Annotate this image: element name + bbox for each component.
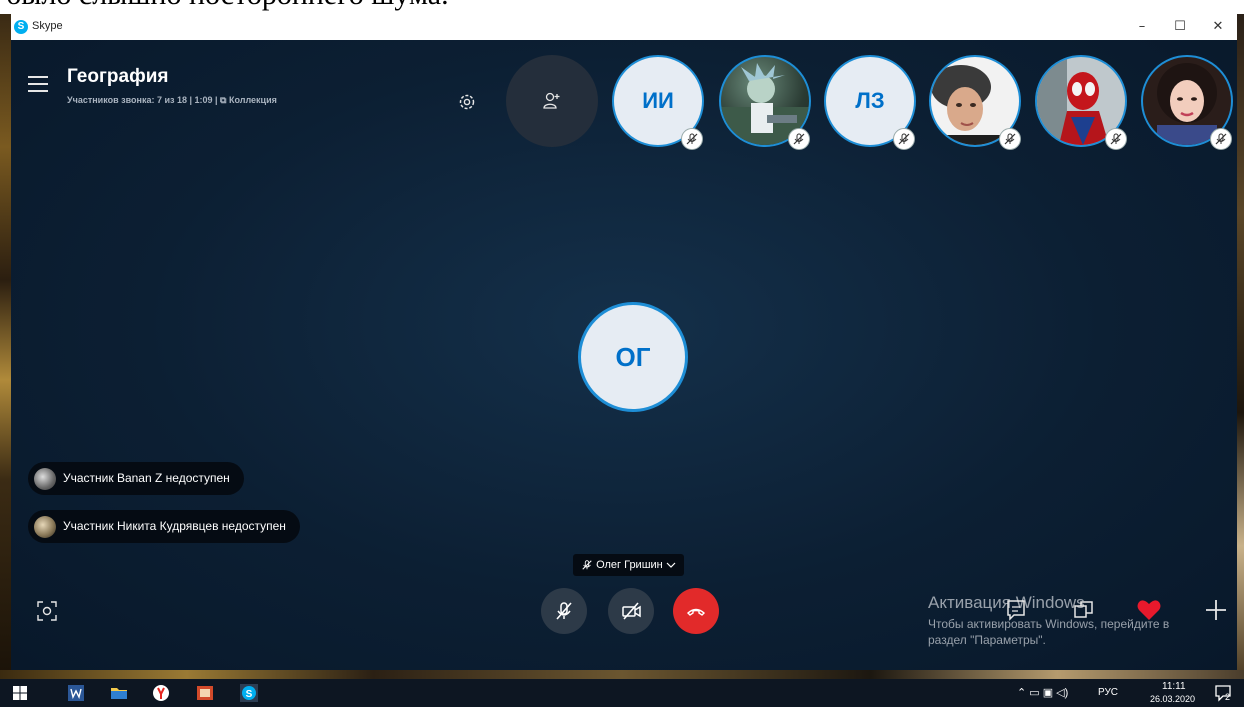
hang-up-icon: [686, 608, 706, 616]
muted-mic-icon: [999, 128, 1021, 150]
file-explorer-icon[interactable]: [110, 684, 128, 702]
desktop-wallpaper-left: [0, 14, 11, 679]
notification-count: 2: [1225, 692, 1231, 702]
mute-mic-button[interactable]: [541, 588, 587, 634]
watermark-line-1: Чтобы активировать Windows, перейдите в: [928, 617, 1170, 631]
desktop-wallpaper-bottom: [0, 670, 1244, 679]
participant-unavailable-notice: Участник Banan Z недоступен: [28, 462, 244, 495]
add-participant-button[interactable]: [506, 55, 598, 147]
add-person-icon: [543, 92, 560, 109]
clock-date[interactable]: 26.03.2020: [1150, 694, 1195, 704]
clock-time[interactable]: 11:11: [1162, 681, 1186, 692]
yandex-browser-icon[interactable]: [152, 684, 170, 702]
document-cutoff: было слышно постороннего шума.: [0, 0, 1244, 14]
muted-mic-icon: [788, 128, 810, 150]
window-title: Skype: [32, 20, 63, 32]
windows-activation-watermark: Активация Windows Чтобы активировать Win…: [928, 593, 1169, 648]
notice-text: Участник Banan Z недоступен: [63, 471, 230, 485]
end-call-button[interactable]: [673, 588, 719, 634]
switch-view-icon[interactable]: [1071, 597, 1097, 623]
chevron-down-icon: [666, 562, 676, 568]
document-text: было слышно постороннего шума.: [6, 0, 449, 12]
participant-mini-avatar: [34, 468, 56, 490]
gear-icon[interactable]: [457, 92, 477, 112]
muted-mic-icon: [1105, 128, 1127, 150]
active-speaker-name: Олег Гришин: [596, 559, 663, 571]
participant-mini-avatar: [34, 516, 56, 538]
desktop-wallpaper-right: [1237, 14, 1244, 679]
windows-start-icon[interactable]: [11, 684, 29, 702]
close-button[interactable]: ✕: [1199, 14, 1237, 40]
maximize-button[interactable]: ☐: [1161, 14, 1199, 40]
watermark-title: Активация Windows: [928, 593, 1085, 612]
tray-icons[interactable]: ⌃ ▭ ▣ ◁): [1017, 686, 1068, 699]
menu-icon[interactable]: [28, 76, 48, 92]
muted-mic-icon: [681, 128, 703, 150]
screenshot-icon[interactable]: [36, 600, 58, 622]
skype-taskbar-icon[interactable]: S: [240, 684, 258, 702]
image-viewer-icon[interactable]: [196, 684, 214, 702]
call-stage: География Участников звонка: 7 из 18 | 1…: [11, 40, 1237, 670]
notice-text: Участник Никита Кудрявцев недоступен: [63, 519, 286, 533]
chat-icon[interactable]: [1003, 597, 1029, 623]
title-bar: S Skype – ☐ ✕: [11, 14, 1237, 40]
heart-icon[interactable]: [1136, 597, 1162, 623]
minimize-button[interactable]: –: [1123, 14, 1161, 40]
toggle-video-button[interactable]: [608, 588, 654, 634]
svg-text:S: S: [246, 689, 253, 700]
language-indicator[interactable]: РУС: [1098, 687, 1118, 698]
plus-icon[interactable]: [1203, 597, 1229, 623]
video-off-icon: [622, 602, 641, 620]
main-participant-avatar[interactable]: ОГ: [578, 302, 688, 412]
active-speaker-dropdown[interactable]: Олег Гришин: [573, 554, 684, 576]
muted-mic-icon: [1210, 128, 1232, 150]
muted-mic-icon: [893, 128, 915, 150]
skype-window: S Skype – ☐ ✕ География Участников звонк…: [11, 14, 1237, 670]
windows-taskbar: S ⌃ ▭ ▣ ◁) РУС 11:11 26.03.2020 2: [0, 679, 1244, 707]
call-subtitle[interactable]: Участников звонка: 7 из 18 | 1:09 | ⧉ Ко…: [67, 95, 277, 106]
skype-logo-icon: S: [14, 20, 28, 34]
word-icon[interactable]: [67, 684, 85, 702]
mic-off-icon: [556, 602, 572, 620]
participant-unavailable-notice: Участник Никита Кудрявцев недоступен: [28, 510, 300, 543]
call-title: География: [67, 66, 169, 87]
watermark-line-2: раздел "Параметры".: [928, 633, 1046, 647]
muted-mic-icon: [582, 560, 592, 570]
